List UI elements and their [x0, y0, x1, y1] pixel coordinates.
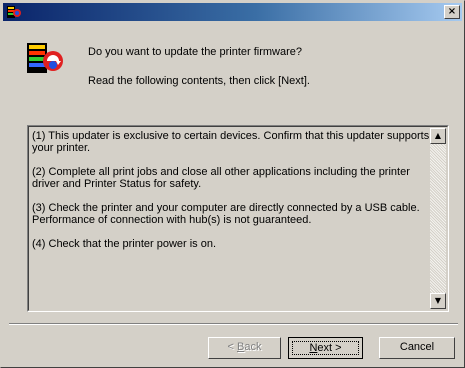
focus-rect: Next >: [292, 341, 359, 355]
close-icon: ×: [447, 6, 457, 17]
title-bar[interactable]: ×: [3, 3, 462, 21]
instruction-text: Read the following contents, then click …: [88, 75, 310, 87]
back-prefix: <: [227, 341, 237, 353]
close-button[interactable]: ×: [444, 5, 460, 19]
next-button[interactable]: Next >: [288, 337, 363, 359]
notes-content: (1) This updater is exclusive to certain…: [32, 130, 430, 262]
updater-dialog: × Do you want to update the printer firm…: [0, 0, 465, 368]
cancel-button[interactable]: Cancel: [379, 337, 455, 359]
notes-textbox-frame: (1) This updater is exclusive to certain…: [28, 126, 448, 311]
scroll-up-arrow-icon: ▲: [434, 131, 442, 140]
notes-textbox[interactable]: (1) This updater is exclusive to certain…: [27, 125, 449, 312]
scroll-down-button[interactable]: ▼: [430, 293, 446, 309]
printer-update-icon: [27, 43, 63, 73]
note-item: (3) Check the printer and your computer …: [32, 202, 420, 226]
printer-update-icon: [7, 6, 21, 18]
note-item: (4) Check that the printer power is on.: [32, 238, 217, 250]
note-item: (2) Complete all print jobs and close al…: [32, 166, 410, 190]
back-rest: ack: [244, 341, 262, 353]
note-item: (1) This updater is exclusive to certain…: [32, 130, 430, 154]
vertical-scrollbar[interactable]: ▲ ▼: [430, 128, 446, 309]
update-question: Do you want to update the printer firmwa…: [88, 46, 303, 58]
separator: [9, 323, 458, 325]
back-button[interactable]: < Back: [208, 337, 281, 359]
next-rest: ext >: [317, 342, 342, 354]
scroll-down-arrow-icon: ▼: [434, 296, 442, 305]
scroll-up-button[interactable]: ▲: [430, 128, 446, 144]
